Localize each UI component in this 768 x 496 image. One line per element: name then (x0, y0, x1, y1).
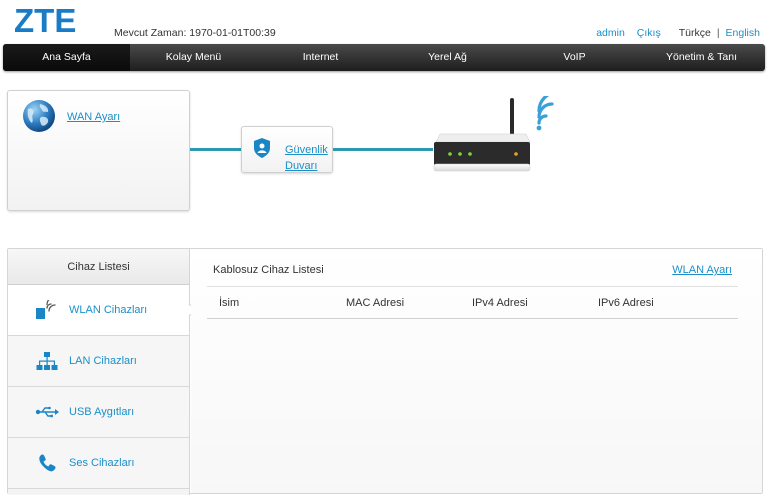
wlan-settings-link[interactable]: WLAN Ayarı (672, 264, 732, 276)
firewall-link[interactable]: Güvenlik Duvarı (285, 142, 331, 174)
current-time: Mevcut Zaman: 1970-01-01T00:39 (114, 27, 276, 39)
wan-panel: WAN Ayarı (7, 90, 190, 211)
nav-voip[interactable]: VoIP (511, 44, 638, 71)
user-link[interactable]: admin (596, 27, 625, 39)
sidebar-item-voice-devices[interactable]: Ses Cihazları (8, 438, 189, 489)
connector-line (333, 148, 433, 151)
device-list-title: Cihaz Listesi (8, 249, 189, 285)
sidebar-item-usb-devices[interactable]: USB Aygıtları (8, 387, 189, 438)
nav-home[interactable]: Ana Sayfa (3, 44, 130, 71)
connector-line (190, 148, 242, 151)
language-current: Türkçe (678, 27, 711, 39)
sidebar-item-label: LAN Cihazları (69, 355, 137, 367)
phone-icon (35, 452, 59, 474)
network-topology: WAN Ayarı Güvenlik Duvarı (0, 80, 768, 230)
zte-logo: ZTE (14, 4, 76, 36)
wlan-device-icon (35, 299, 59, 321)
main-nav: Ana Sayfa Kolay Menü Internet Yerel Ağ V… (3, 44, 765, 71)
column-header-ipv6: IPv6 Adresi (598, 297, 654, 309)
logout-link[interactable]: Çıkış (637, 27, 661, 39)
sidebar-item-label: WLAN Cihazları (69, 304, 148, 316)
svg-text:ZTE: ZTE (14, 4, 76, 36)
globe-icon (23, 100, 55, 132)
column-header-mac: MAC Adresi (346, 297, 405, 309)
shield-icon (254, 138, 270, 158)
column-header-ipv4: IPv4 Adresi (472, 297, 528, 309)
top-links: admin Çıkış Türkçe | English (596, 27, 760, 39)
firewall-panel: Güvenlik Duvarı (241, 126, 333, 173)
sidebar-item-wlan-devices[interactable]: WLAN Cihazları (8, 285, 197, 336)
wireless-device-list: Kablosuz Cihaz Listesi WLAN Ayarı İsim M… (191, 249, 762, 493)
column-header-name: İsim (219, 297, 240, 309)
nav-local-network[interactable]: Yerel Ağ (384, 44, 511, 71)
router-icon (433, 96, 554, 172)
wan-settings-link[interactable]: WAN Ayarı (67, 111, 120, 123)
language-english-link[interactable]: English (726, 27, 760, 39)
language-separator: | (716, 27, 720, 39)
usb-icon (35, 401, 59, 423)
lan-network-icon (35, 350, 59, 372)
content-title: Kablosuz Cihaz Listesi (213, 264, 324, 276)
device-list-panel: Cihaz Listesi WLAN Cihazları LAN Cihazla… (7, 248, 763, 495)
nav-easy-menu[interactable]: Kolay Menü (130, 44, 257, 71)
nav-management[interactable]: Yönetim & Tanı (638, 44, 765, 71)
device-table-header: İsim MAC Adresi IPv4 Adresi IPv6 Adresi (207, 286, 738, 319)
sidebar-item-lan-devices[interactable]: LAN Cihazları (8, 336, 189, 387)
device-sidebar: Cihaz Listesi WLAN Cihazları LAN Cihazla… (8, 249, 197, 495)
sidebar-item-label: Ses Cihazları (69, 457, 135, 469)
sidebar-item-label: USB Aygıtları (69, 406, 135, 418)
nav-internet[interactable]: Internet (257, 44, 384, 71)
